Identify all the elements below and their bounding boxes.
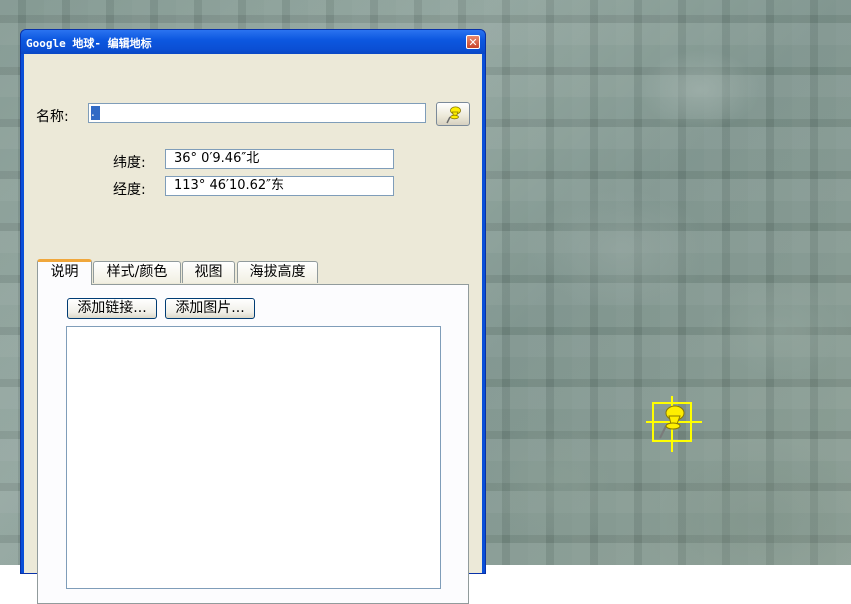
pushpin-style-button[interactable] bbox=[436, 102, 470, 126]
description-tab-panel: 添加链接... 添加图片... bbox=[37, 284, 469, 604]
edit-placemark-dialog: Google 地球- 编辑地标 ✕ 名称: . 纬度: 36° 0′9.46″北… bbox=[20, 29, 486, 604]
longitude-field[interactable]: 113° 46′10.62″东 bbox=[165, 176, 394, 196]
tab-label: 样式/颜色 bbox=[106, 264, 168, 280]
tab-label: 海拔高度 bbox=[249, 264, 306, 280]
add-image-button[interactable]: 添加图片... bbox=[165, 298, 255, 319]
tab-description[interactable]: 说明 bbox=[37, 259, 92, 285]
tab-label: 说明 bbox=[50, 264, 79, 280]
name-input-value: . bbox=[91, 106, 100, 120]
tab-altitude[interactable]: 海拔高度 bbox=[237, 261, 318, 283]
tab-style-color[interactable]: 样式/颜色 bbox=[93, 261, 181, 283]
title-bar[interactable]: Google 地球- 编辑地标 ✕ bbox=[21, 30, 485, 54]
name-input[interactable]: . bbox=[88, 103, 426, 123]
description-textarea[interactable] bbox=[66, 326, 441, 589]
tab-label: 视图 bbox=[194, 264, 223, 280]
tab-view[interactable]: 视图 bbox=[182, 261, 235, 283]
longitude-label: 经度: bbox=[113, 182, 146, 198]
close-button[interactable]: ✕ bbox=[466, 35, 480, 49]
window-title: Google 地球- 编辑地标 bbox=[26, 37, 152, 50]
latitude-field[interactable]: 36° 0′9.46″北 bbox=[165, 149, 394, 169]
latitude-label: 纬度: bbox=[113, 155, 146, 171]
dialog-body: 名称: . 纬度: 36° 0′9.46″北 经度: 113° 46′10.62… bbox=[24, 54, 482, 604]
placemark-pushpin-icon bbox=[659, 405, 685, 439]
name-label: 名称: bbox=[36, 109, 69, 125]
pushpin-icon bbox=[446, 106, 461, 124]
placemark-marker[interactable] bbox=[646, 396, 702, 452]
add-link-button[interactable]: 添加链接... bbox=[67, 298, 157, 319]
close-icon: ✕ bbox=[468, 36, 478, 49]
